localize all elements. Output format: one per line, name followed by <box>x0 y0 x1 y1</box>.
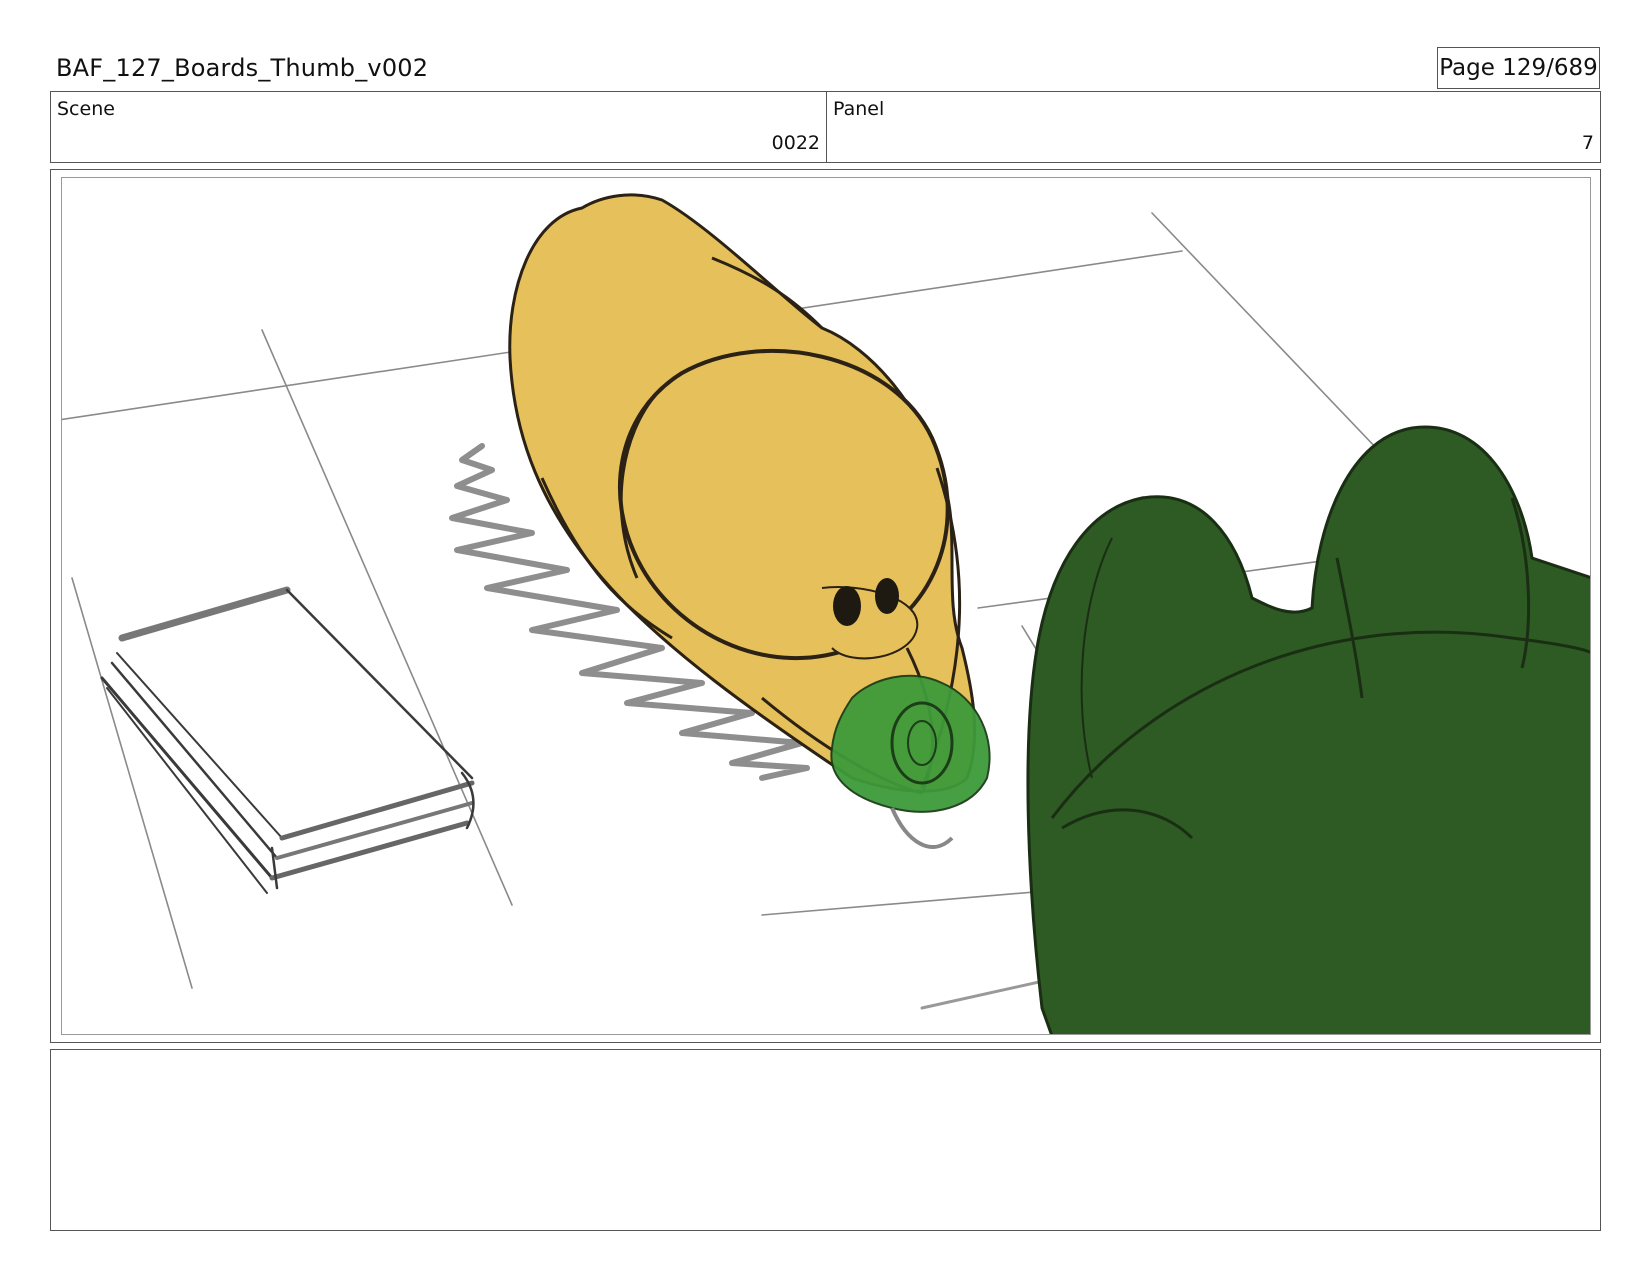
storyboard-frame <box>61 177 1591 1035</box>
bright-green-object <box>830 674 991 849</box>
book-sketch <box>100 586 475 894</box>
panel-value: 7 <box>1581 132 1594 154</box>
storyboard-sketch <box>62 193 1590 1034</box>
panel-label: Panel <box>833 98 885 120</box>
green-foreground-shape <box>1026 425 1590 1034</box>
scene-value: 0022 <box>771 132 820 154</box>
notes-box <box>50 1049 1601 1231</box>
page-number: Page 129/689 <box>1439 55 1598 81</box>
scene-cell: Scene 0022 <box>51 92 827 162</box>
page-number-box: Page 129/689 <box>1437 47 1600 89</box>
scene-panel-info: Scene 0022 Panel 7 <box>50 91 1601 163</box>
document-title: BAF_127_Boards_Thumb_v002 <box>56 54 429 82</box>
scene-label: Scene <box>57 98 115 120</box>
panel-cell: Panel 7 <box>827 92 1600 162</box>
